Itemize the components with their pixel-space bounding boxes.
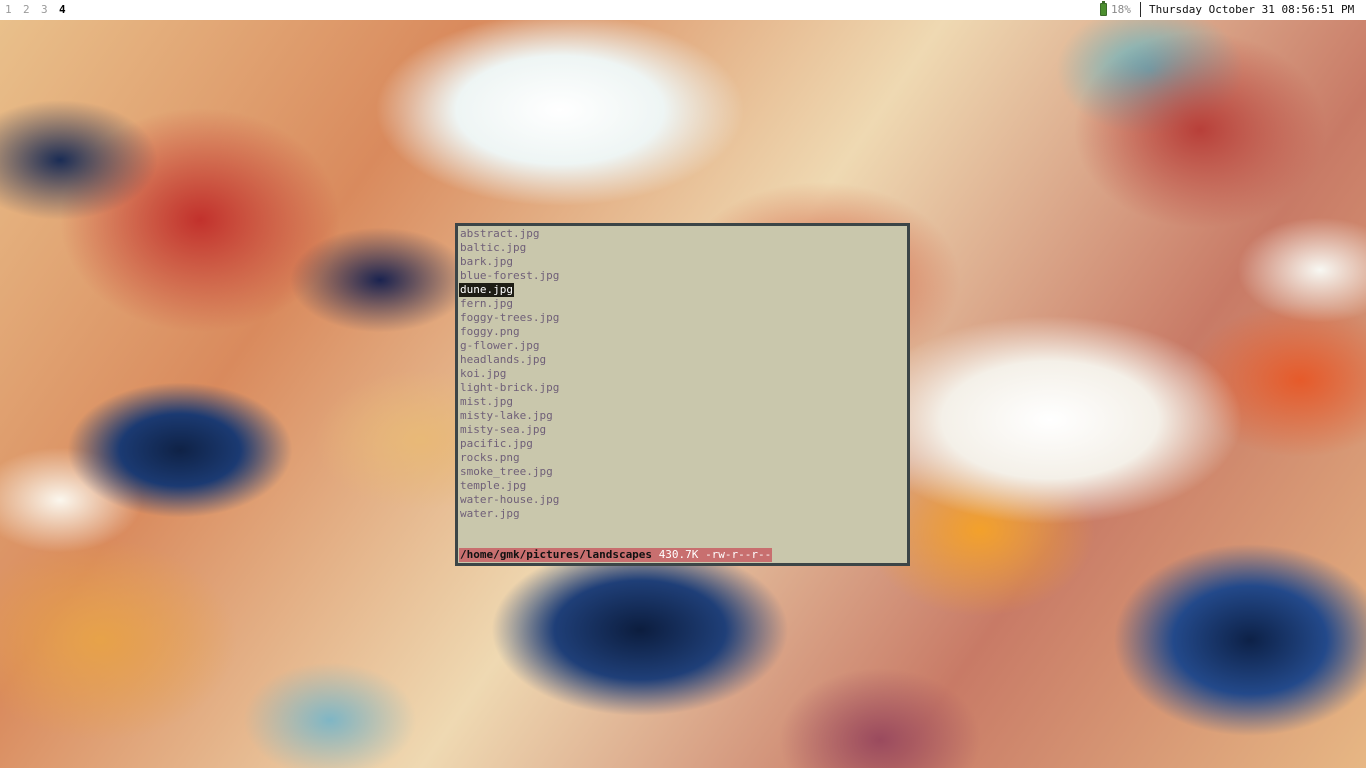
file-item[interactable]: bark.jpg	[459, 255, 514, 269]
clock: Thursday October 31 08:56:51 PM	[1149, 3, 1355, 16]
file-item[interactable]: water-house.jpg	[459, 493, 560, 507]
workspace-1[interactable]: 1	[5, 4, 12, 16]
workspace-4[interactable]: 4	[59, 4, 66, 16]
status-size: 430.7K	[658, 548, 699, 561]
battery-icon	[1100, 1, 1107, 16]
top-bar: 1 2 3 4 18% Thursday October 31 08:56:51…	[0, 0, 1366, 20]
file-item[interactable]: misty-lake.jpg	[459, 409, 554, 423]
status-path: /home/gmk/pictures/landscapes	[460, 548, 653, 561]
workspace-2[interactable]: 2	[23, 4, 30, 16]
file-item[interactable]: baltic.jpg	[459, 241, 527, 255]
file-item[interactable]: koi.jpg	[459, 367, 507, 381]
file-item[interactable]: blue-forest.jpg	[459, 269, 560, 283]
bar-separator	[1140, 2, 1141, 17]
status-bar: /home/gmk/pictures/landscapes 430.7K -rw…	[459, 548, 773, 562]
file-item[interactable]: g-flower.jpg	[459, 339, 540, 353]
battery-percent: 18%	[1111, 3, 1131, 16]
file-item[interactable]: water.jpg	[459, 507, 521, 521]
file-item[interactable]: misty-sea.jpg	[459, 423, 547, 437]
file-item[interactable]: mist.jpg	[459, 395, 514, 409]
file-item[interactable]: headlands.jpg	[459, 353, 547, 367]
file-item[interactable]: pacific.jpg	[459, 437, 534, 451]
file-item[interactable]: rocks.png	[459, 451, 521, 465]
file-manager-window[interactable]: abstract.jpg baltic.jpg bark.jpg blue-fores…	[455, 223, 910, 566]
file-item-selected[interactable]: dune.jpg	[459, 283, 514, 297]
file-item[interactable]: foggy.png	[459, 325, 521, 339]
status-permissions: -rw-r--r--	[705, 548, 772, 561]
file-item[interactable]: light-brick.jpg	[459, 381, 560, 395]
file-item[interactable]: foggy-trees.jpg	[459, 311, 560, 325]
file-item[interactable]: abstract.jpg	[459, 227, 540, 241]
workspace-3[interactable]: 3	[41, 4, 48, 16]
file-item[interactable]: fern.jpg	[459, 297, 514, 311]
file-item[interactable]: smoke_tree.jpg	[459, 465, 554, 479]
file-list[interactable]: abstract.jpg baltic.jpg bark.jpg blue-fores…	[459, 227, 560, 521]
file-item[interactable]: temple.jpg	[459, 479, 527, 493]
